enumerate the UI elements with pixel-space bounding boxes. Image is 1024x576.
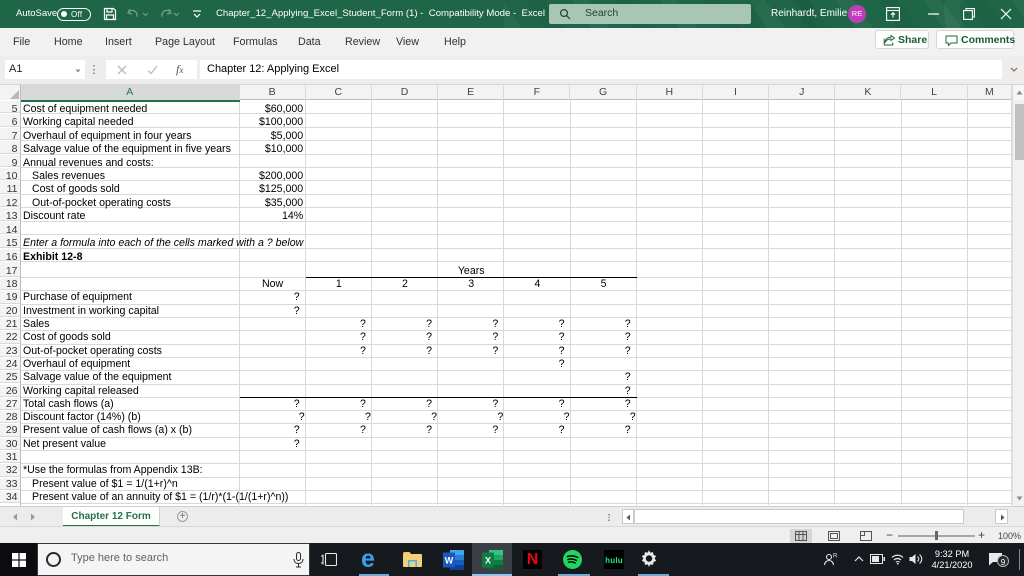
svg-text:R: R [833,554,838,560]
svg-text:W: W [445,556,454,566]
svg-text:X: X [485,556,491,566]
